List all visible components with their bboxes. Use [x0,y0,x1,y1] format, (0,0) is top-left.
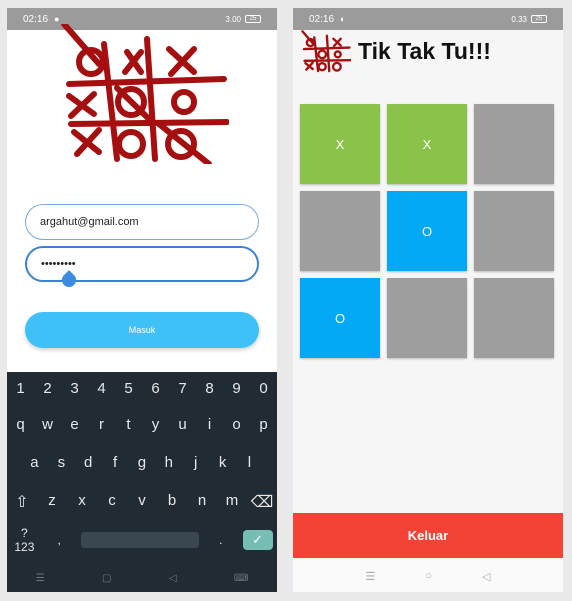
game-screen: 02:16 ◐ 0.33 25 Tik Tak Tu!!! X X O O Ke… [293,8,563,592]
board-cell[interactable] [387,278,467,358]
key[interactable]: y [143,416,169,433]
battery-icon: 25 [531,15,547,23]
keyboard-number-row: 1 2 3 4 5 6 7 8 9 0 [7,380,277,397]
key[interactable]: o [224,416,250,433]
period-key[interactable]: . [208,533,234,547]
menu-icon[interactable]: ☰ [366,570,376,583]
key[interactable]: v [129,492,155,512]
key[interactable]: n [189,492,215,512]
key[interactable]: 9 [224,380,250,397]
email-field[interactable]: argahut@gmail.com [25,204,259,240]
key[interactable]: i [197,416,223,433]
email-value: argahut@gmail.com [40,216,139,228]
key[interactable]: g [129,454,155,471]
board-cell[interactable] [300,191,380,271]
comma-key[interactable]: , [46,533,72,547]
space-key[interactable] [80,532,199,548]
key[interactable]: t [116,416,142,433]
status-time: 02:16 [23,13,49,25]
key[interactable]: k [210,454,236,471]
navigation-bar: ☰ ○ ◁ [293,560,563,592]
key[interactable]: 8 [197,380,223,397]
key[interactable]: r [89,416,115,433]
network-speed: 3.00 [225,14,241,24]
board-cell[interactable]: X [387,104,467,184]
battery-icon: 25 [245,15,261,23]
key[interactable]: 2 [35,380,61,397]
status-bar: 02:16 ◐ 0.33 25 [293,8,563,30]
key[interactable]: j [183,454,209,471]
status-time: 02:16 [309,13,335,25]
key[interactable]: 0 [251,380,277,397]
key[interactable]: 7 [170,380,196,397]
tictactoe-logo [61,24,229,164]
board-cell[interactable]: O [300,278,380,358]
key[interactable]: b [159,492,185,512]
key[interactable]: z [39,492,65,512]
key[interactable]: w [35,416,61,433]
status-indicator-icon: ◐ [340,14,346,24]
password-value: ••••••••• [41,258,76,270]
home-icon[interactable]: ○ [425,570,432,582]
key[interactable]: f [102,454,128,471]
key[interactable]: h [156,454,182,471]
network-speed: 0.33 [511,14,527,24]
key[interactable]: a [21,454,47,471]
back-icon[interactable]: ◁ [482,570,490,583]
keyboard-icon[interactable]: ⌨ [234,573,248,584]
key[interactable]: d [75,454,101,471]
numbers-key[interactable]: ?123 [11,526,37,554]
keyboard-row-asdf: a s d f g h j k l [7,454,277,471]
key[interactable]: u [170,416,196,433]
key[interactable]: c [99,492,125,512]
key[interactable]: 6 [143,380,169,397]
key[interactable]: 5 [116,380,142,397]
shift-key-icon[interactable]: ⇧ [9,492,35,512]
board-cell[interactable] [474,278,554,358]
key[interactable]: x [69,492,95,512]
key[interactable]: s [48,454,74,471]
exit-button[interactable]: Keluar [293,513,563,558]
key[interactable]: p [251,416,277,433]
soft-keyboard: 1 2 3 4 5 6 7 8 9 0 q w e r t y u i o p … [7,372,277,592]
key[interactable]: q [8,416,34,433]
key[interactable]: e [62,416,88,433]
key[interactable]: 3 [62,380,88,397]
tictactoe-logo [301,30,351,73]
home-icon[interactable]: ▢ [102,573,111,584]
key[interactable]: m [219,492,245,512]
key[interactable]: 4 [89,380,115,397]
key[interactable]: l [236,454,262,471]
password-field[interactable]: ••••••••• [25,246,259,282]
backspace-key-icon[interactable]: ⌫ [249,492,275,512]
keyboard-row-qwerty: q w e r t y u i o p [7,416,277,433]
back-icon[interactable]: ◁ [169,573,177,584]
status-icons: 0.33 25 [511,15,547,24]
board-cell[interactable] [474,191,554,271]
page-title: Tik Tak Tu!!! [358,38,491,64]
board-cell[interactable] [474,104,554,184]
menu-icon[interactable]: ☰ [36,573,45,584]
login-screen: 02:16 ● 3.00 25 argahut@gmail.com ••••••… [7,8,277,592]
keyboard-bottom-row: ?123 , . ✓ [7,526,277,554]
keyboard-row-zxcv: ⇧ z x c v b n m ⌫ [7,492,277,512]
board-cell[interactable]: O [387,191,467,271]
key[interactable]: 1 [8,380,34,397]
enter-key-icon[interactable]: ✓ [242,530,273,550]
login-button[interactable]: Masuk [25,312,259,348]
status-indicator-icon: ● [54,14,60,24]
status-icons: 3.00 25 [225,15,261,24]
board-cell[interactable]: X [300,104,380,184]
navigation-bar: ☰ ▢ ◁ ⌨ [7,564,277,592]
